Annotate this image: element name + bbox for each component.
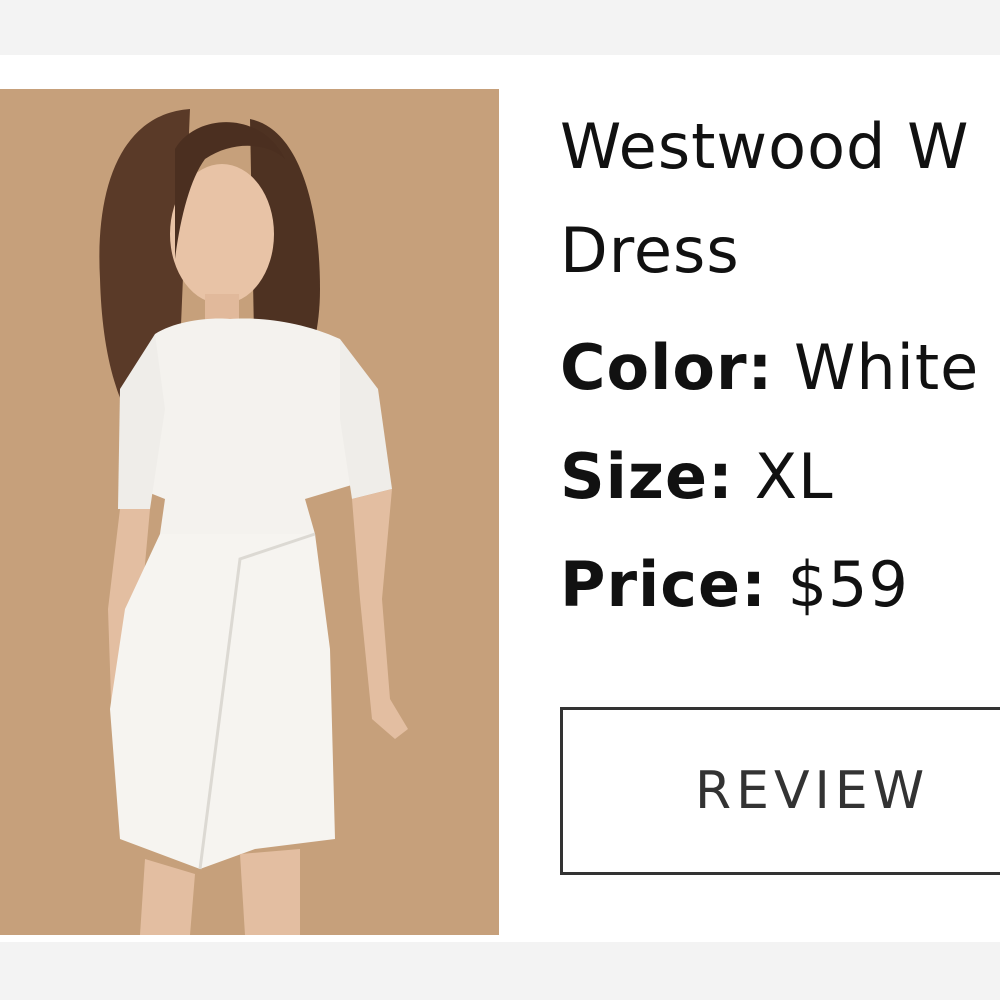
product-title-line-1: Westwood W bbox=[560, 110, 970, 183]
color-attribute: Color: White bbox=[560, 333, 1000, 403]
review-button[interactable]: REVIEW bbox=[560, 707, 1000, 875]
product-photo[interactable] bbox=[0, 89, 499, 935]
size-attribute: Size: XL bbox=[560, 442, 1000, 512]
color-value: White bbox=[794, 331, 980, 404]
color-label: Color: bbox=[560, 331, 774, 404]
review-button-label: REVIEW bbox=[695, 761, 930, 821]
price-attribute: Price: $59 bbox=[560, 550, 1000, 620]
product-title-line-2: Dress bbox=[560, 214, 740, 287]
product-card: Westwood W Dress Color: White Size: XL P… bbox=[0, 55, 1000, 942]
top-background-band bbox=[0, 0, 1000, 55]
product-title[interactable]: Westwood W Dress bbox=[560, 95, 1000, 303]
size-value: XL bbox=[754, 440, 834, 513]
price-value: $59 bbox=[787, 548, 909, 621]
bottom-background-band bbox=[0, 942, 1000, 1000]
dress-model-illustration bbox=[0, 89, 499, 935]
price-label: Price: bbox=[560, 548, 767, 621]
size-label: Size: bbox=[560, 440, 734, 513]
